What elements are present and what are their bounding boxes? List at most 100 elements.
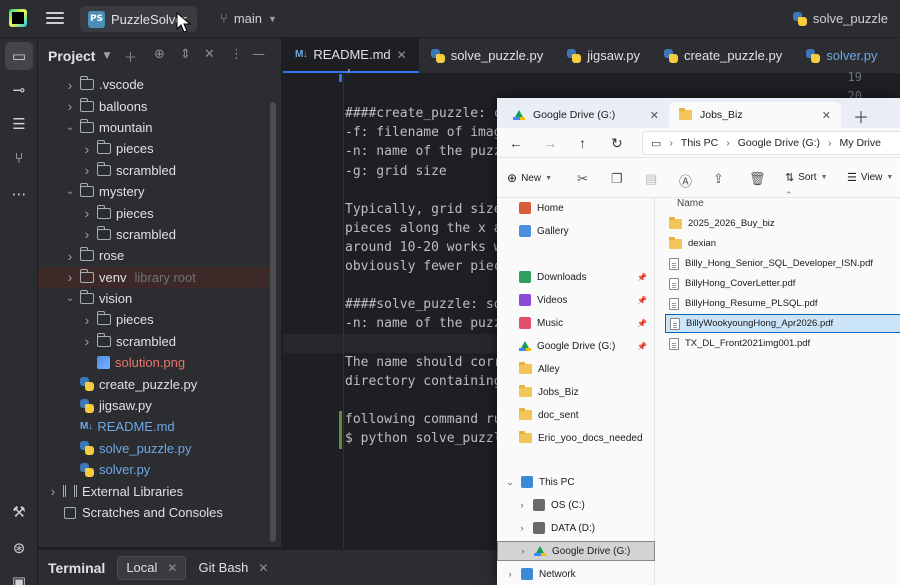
chevron-right-icon[interactable]: ›: [63, 98, 77, 114]
tree-scrollbar[interactable]: [270, 102, 276, 542]
delete-icon[interactable]: 🗑: [749, 171, 766, 187]
tree-item[interactable]: › .vscode: [38, 74, 270, 95]
editor-tab[interactable]: solve_puzzle.py: [419, 38, 556, 73]
explorer-tab-jobs-biz[interactable]: Jobs_Biz ✕: [669, 102, 841, 128]
close-icon[interactable]: ✕: [650, 109, 659, 122]
close-icon[interactable]: ✕: [167, 561, 177, 575]
breadcrumb-my-drive[interactable]: My Drive: [840, 137, 881, 149]
chevron-right-icon[interactable]: ›: [63, 77, 77, 93]
explorer-tab-google-drive[interactable]: Google Drive (G:) ✕: [503, 102, 669, 128]
tree-item[interactable]: ⌄ mystery: [38, 181, 270, 202]
editor-tab[interactable]: jigsaw.py: [555, 38, 652, 73]
chevron-right-icon[interactable]: ›: [63, 248, 77, 264]
tree-item[interactable]: M↓ README.md: [38, 416, 270, 437]
chevron-right-icon[interactable]: ›: [518, 546, 528, 556]
main-menu-icon[interactable]: [46, 10, 64, 26]
commit-icon[interactable]: ⊸: [5, 76, 33, 104]
file-row[interactable]: BillyWookyoungHong_Apr2026.pdf: [665, 314, 900, 333]
new-tab-plus-icon[interactable]: ＋: [853, 104, 869, 128]
chevron-down-icon[interactable]: ⌄: [505, 477, 515, 488]
tree-item[interactable]: › balloons: [38, 95, 270, 116]
column-header-name[interactable]: Name: [677, 198, 704, 209]
expand-all-icon[interactable]: ⇕: [180, 47, 191, 62]
tree-item[interactable]: › pieces: [38, 309, 270, 330]
cut-icon[interactable]: ✂: [577, 171, 588, 187]
nav-pane-item[interactable]: › DATA (D:): [497, 518, 655, 538]
terminal-tab-local[interactable]: Local ✕: [117, 555, 187, 580]
file-row[interactable]: BillyHong_Resume_PLSQL.pdf: [665, 294, 900, 313]
close-icon[interactable]: ✕: [397, 48, 407, 62]
paste-icon[interactable]: ▤: [645, 171, 657, 187]
address-bar[interactable]: ▭ › This PC › Google Drive (G:) › My Dri…: [642, 131, 900, 155]
close-icon[interactable]: ✕: [258, 561, 268, 575]
chevron-right-icon[interactable]: ›: [80, 333, 94, 349]
nav-pane-item[interactable]: Google Drive (G:) 📌: [497, 336, 655, 356]
run-configuration-selector[interactable]: solve_puzzle: [792, 11, 888, 26]
tree-item[interactable]: › scrambled: [38, 331, 270, 352]
tree-item[interactable]: solver.py: [38, 459, 270, 480]
options-menu-icon[interactable]: ⋮: [230, 47, 243, 62]
collapse-all-icon[interactable]: ✕: [204, 47, 215, 62]
refresh-icon[interactable]: ↻: [611, 135, 623, 152]
branch-selector[interactable]: ⑂ main ▼: [220, 11, 277, 26]
chevron-right-icon[interactable]: ›: [80, 312, 94, 328]
more-icon[interactable]: ⋯: [5, 180, 33, 208]
terminal-tab-git-bash[interactable]: Git Bash ✕: [190, 556, 276, 580]
tree-item[interactable]: solve_puzzle.py: [38, 438, 270, 459]
nav-pane-item[interactable]: › Google Drive (G:): [497, 541, 655, 561]
breadcrumb-this-pc[interactable]: This PC: [681, 137, 718, 149]
nav-pane-item[interactable]: Music 📌: [497, 313, 655, 333]
file-row[interactable]: TX_DL_Front2021img001.pdf: [665, 334, 900, 353]
rename-icon[interactable]: Ⓐ: [679, 171, 692, 190]
hide-panel-icon[interactable]: —: [252, 47, 265, 62]
file-row[interactable]: BillyHong_CoverLetter.pdf: [665, 274, 900, 293]
pycharm-logo-icon[interactable]: [9, 9, 27, 27]
up-arrow-icon[interactable]: ↑: [579, 135, 586, 151]
terminal-icon[interactable]: ▣: [5, 568, 33, 585]
nav-pane-item[interactable]: Videos 📌: [497, 290, 655, 310]
terminal-title[interactable]: Terminal: [48, 560, 105, 576]
tree-item[interactable]: › scrambled: [38, 224, 270, 245]
chevron-right-icon[interactable]: ›: [80, 141, 94, 157]
nav-pane-item[interactable]: Gallery: [497, 221, 655, 241]
forward-arrow-icon[interactable]: →: [543, 135, 557, 151]
nav-pane-item[interactable]: doc_sent: [497, 405, 655, 425]
tree-item[interactable]: ⌄ mountain: [38, 117, 270, 138]
tree-item[interactable]: ⌄ vision: [38, 288, 270, 309]
chevron-right-icon[interactable]: ›: [46, 483, 60, 499]
python-packages-icon[interactable]: ⊛: [5, 534, 33, 562]
target-icon[interactable]: ⊕: [154, 47, 165, 62]
back-arrow-icon[interactable]: ←: [509, 135, 523, 151]
share-icon[interactable]: ⇪: [713, 171, 724, 187]
view-button[interactable]: ☰ View ▼: [847, 171, 893, 184]
chevron-right-icon[interactable]: ›: [517, 523, 527, 533]
chevron-right-icon[interactable]: ›: [63, 269, 77, 285]
tree-item[interactable]: › venv library root: [38, 266, 270, 288]
project-folder-icon[interactable]: ▭: [5, 42, 33, 70]
project-panel-title[interactable]: Project: [48, 48, 95, 64]
nav-pane-item[interactable]: Downloads 📌: [497, 267, 655, 287]
file-row[interactable]: dexian: [665, 234, 900, 253]
editor-tab[interactable]: solver.py: [794, 38, 889, 73]
tree-item[interactable]: › scrambled: [38, 160, 270, 181]
nav-pane-item[interactable]: › Network: [497, 564, 655, 584]
nav-pane-item[interactable]: ⌄ This PC: [497, 472, 655, 492]
structure-icon[interactable]: ☰: [5, 110, 33, 138]
add-icon[interactable]: ＋: [124, 47, 137, 66]
breadcrumb-google-drive[interactable]: Google Drive (G:): [738, 137, 820, 149]
chevron-right-icon[interactable]: ›: [80, 226, 94, 242]
tree-item[interactable]: › External Libraries: [38, 480, 270, 501]
tree-item[interactable]: solution.png: [38, 352, 270, 373]
chevron-down-icon[interactable]: ⌄: [63, 293, 77, 304]
tree-item[interactable]: create_puzzle.py: [38, 373, 270, 394]
tree-item[interactable]: › pieces: [38, 202, 270, 223]
chevron-right-icon[interactable]: ›: [517, 500, 527, 510]
sort-button[interactable]: ⇅ Sort ▼: [785, 171, 828, 184]
nav-pane-item[interactable]: › OS (C:): [497, 495, 655, 515]
build-tools-icon[interactable]: ⚒: [5, 498, 33, 526]
nav-pane-item[interactable]: Home: [497, 198, 655, 218]
tree-item[interactable]: jigsaw.py: [38, 395, 270, 416]
chevron-right-icon[interactable]: ›: [80, 205, 94, 221]
nav-pane-item[interactable]: Alley: [497, 359, 655, 379]
git-icon[interactable]: ⑂: [5, 144, 33, 172]
